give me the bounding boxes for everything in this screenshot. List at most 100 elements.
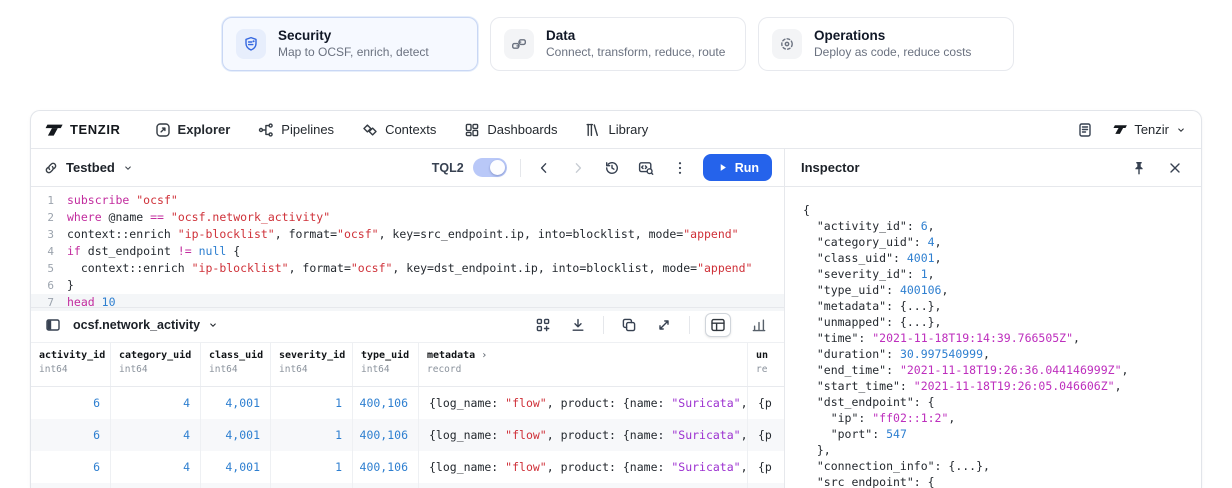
app-window: TENZIR Explorer Pipelines Contexts Dashboar… (30, 110, 1202, 488)
card-subtitle: Connect, transform, reduce, route (546, 45, 725, 60)
code-text: context::enrich "ip-blocklist", format="… (67, 226, 739, 243)
card-title: Data (546, 28, 725, 44)
pipelines-icon (258, 122, 274, 138)
solution-card-security[interactable]: SecurityMap to OCSF, enrich, detect (222, 17, 478, 71)
inspector-panel: Inspector { "activity_id": 6, "category_… (785, 149, 1201, 488)
cell-category_uid: 4 (111, 387, 201, 419)
cell-metadata: {log_name: "flow", product: {name: "Suri… (419, 419, 748, 451)
nav-item-label: Explorer (178, 122, 231, 137)
tenant-label: Tenzir (1134, 122, 1169, 137)
divider (520, 159, 521, 177)
nav-item-pipelines[interactable]: Pipelines (258, 122, 334, 138)
nav-item-label: Pipelines (281, 122, 334, 137)
column-header-un[interactable]: un re (748, 343, 784, 386)
code-text: context::enrich "ip-blocklist", format="… (67, 260, 752, 277)
inspector-line: "class_uid": 4001, (803, 250, 1201, 266)
data-pipeline-icon (511, 36, 527, 52)
solution-card-operations[interactable]: OperationsDeploy as code, reduce costs (758, 17, 1014, 71)
chevron-left-icon[interactable] (534, 158, 554, 178)
pipeline-name: Testbed (66, 160, 115, 175)
table-row[interactable]: 644,0011400,106{log_name: "flow", produc… (31, 419, 784, 451)
solution-card-data[interactable]: DataConnect, transform, reduce, route (490, 17, 746, 71)
code-search-icon[interactable] (636, 158, 656, 178)
card-title: Security (278, 28, 429, 44)
line-number: 5 (31, 260, 67, 277)
cell-clipped: {p (748, 387, 784, 419)
tenzir-brand[interactable]: TENZIR (45, 122, 121, 138)
cell-metadata: {log_name: "flow", product: {name: "Suri… (419, 483, 748, 488)
play-icon (716, 161, 729, 174)
cell-type_uid: 400,106 (353, 451, 419, 483)
divider (689, 316, 690, 334)
column-type: int64 (361, 364, 410, 375)
column-name: class_uid (209, 350, 262, 361)
toolbar-actions: TQL2 Run (432, 154, 772, 181)
code-line: 1subscribe "ocsf" (31, 192, 784, 209)
column-type: int64 (209, 364, 262, 375)
cell-class_uid: 4,001 (201, 387, 271, 419)
panel-toggle-icon[interactable] (43, 315, 63, 335)
inspector-line: }, (803, 442, 1201, 458)
cell-class_uid: 4,001 (201, 451, 271, 483)
table-view-icon[interactable] (705, 313, 731, 337)
code-line: 2where @name == "ocsf.network_activity" (31, 209, 784, 226)
document-icon[interactable] (1075, 120, 1095, 140)
contexts-icon (362, 122, 378, 138)
column-header-class_uid[interactable]: class_uid int64 (201, 343, 271, 386)
tenant-switcher[interactable]: Tenzir (1113, 122, 1187, 137)
chevron-right-icon (568, 158, 588, 178)
chevron-down-icon (207, 319, 219, 331)
card-title: Operations (814, 28, 971, 44)
column-header-activity_id[interactable]: activity_idint64 (31, 343, 111, 386)
schema-selector[interactable]: ocsf.network_activity (73, 318, 219, 332)
column-header-metadata[interactable]: metadata ›record (419, 343, 748, 386)
column-header-category_uid[interactable]: category_uid int64 (111, 343, 201, 386)
history-icon[interactable] (602, 158, 622, 178)
nav-item-contexts[interactable]: Contexts (362, 122, 436, 138)
expand-icon[interactable] (654, 315, 674, 335)
download-icon[interactable] (568, 315, 588, 335)
table-row[interactable]: 644,0011400,106{log_name: "flow", produc… (31, 483, 784, 488)
cell-category_uid: 4 (111, 483, 201, 488)
inspector-line: { (803, 202, 1201, 218)
line-number: 3 (31, 226, 67, 243)
inspector-line: "category_uid": 4, (803, 234, 1201, 250)
cell-class_uid: 4,001 (201, 483, 271, 488)
nav-right: Tenzir (1075, 120, 1187, 140)
code-line: 5 context::enrich "ip-blocklist", format… (31, 260, 784, 277)
column-name: un (756, 350, 776, 361)
chart-view-icon[interactable] (746, 313, 772, 337)
nav-item-label: Contexts (385, 122, 436, 137)
nav-item-dashboards[interactable]: Dashboards (464, 122, 557, 138)
pipeline-selector[interactable]: Testbed (43, 160, 134, 176)
tql2-label: TQL2 (432, 161, 464, 175)
run-label: Run (735, 161, 759, 175)
card-text: OperationsDeploy as code, reduce costs (814, 28, 971, 60)
column-header-type_uid[interactable]: type_uidint64 (353, 343, 419, 386)
results-toolbar: ocsf.network_activity (31, 307, 784, 343)
cell-severity_id: 1 (271, 419, 353, 451)
pin-icon[interactable] (1129, 158, 1149, 178)
column-header-severity_id[interactable]: severity_idint64 (271, 343, 353, 386)
column-name: category_uid (119, 350, 192, 361)
nav-item-label: Library (608, 122, 648, 137)
table-row[interactable]: 644,0011400,106{log_name: "flow", produc… (31, 451, 784, 483)
code-line: 6} (31, 277, 784, 294)
kebab-icon[interactable] (670, 158, 690, 178)
code-editor[interactable]: 1subscribe "ocsf"2where @name == "ocsf.n… (31, 187, 784, 307)
nav-item-library[interactable]: Library (585, 122, 648, 138)
tql2-toggle[interactable] (473, 158, 507, 177)
column-type: int64 (119, 364, 192, 375)
line-number: 2 (31, 209, 67, 226)
copy-icon[interactable] (619, 315, 639, 335)
add-column-icon[interactable] (533, 315, 553, 335)
run-button[interactable]: Run (703, 154, 772, 181)
inspector-json[interactable]: { "activity_id": 6, "category_uid": 4, "… (785, 187, 1201, 488)
nav-item-explorer[interactable]: Explorer (155, 122, 231, 138)
cell-clipped: {p (748, 483, 784, 488)
table-row[interactable]: 644,0011400,106{log_name: "flow", produc… (31, 387, 784, 419)
close-icon[interactable] (1165, 158, 1185, 178)
column-type: re (756, 364, 776, 375)
column-name: severity_id (279, 350, 344, 361)
link-icon (43, 160, 59, 176)
